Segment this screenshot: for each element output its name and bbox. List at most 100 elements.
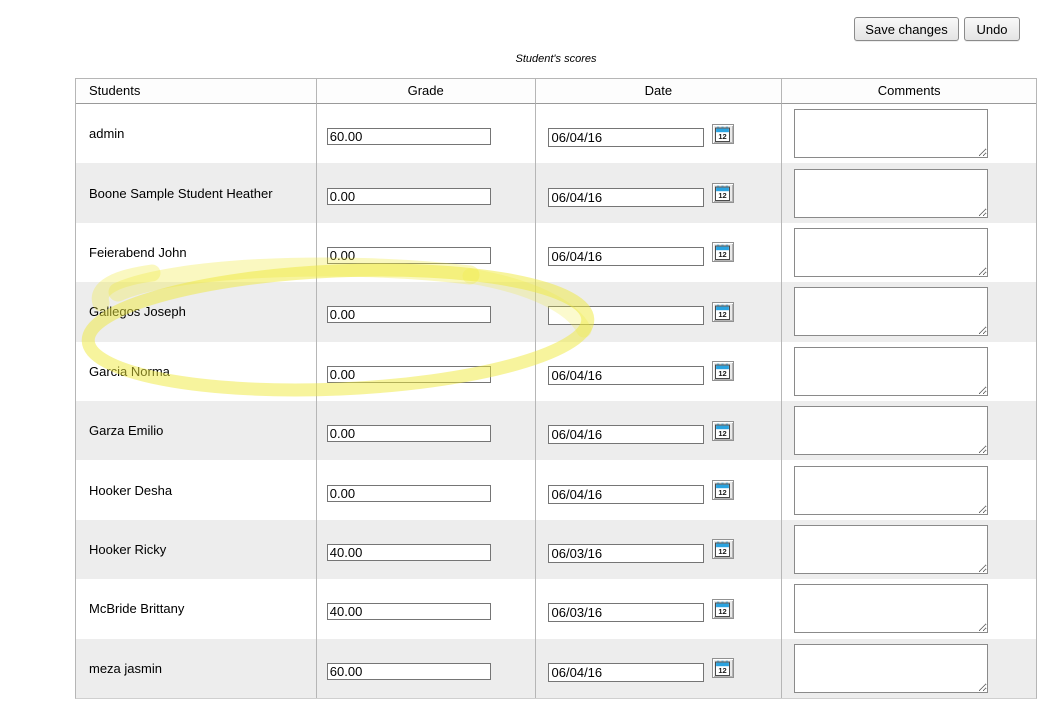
student-name: admin xyxy=(89,126,124,141)
calendar-picker-button[interactable]: 12 xyxy=(712,124,734,144)
calendar-icon: 12 xyxy=(715,244,730,260)
comment-textarea[interactable] xyxy=(794,169,988,218)
student-cell: Garcia Norma xyxy=(76,342,317,401)
calendar-icon: 12 xyxy=(715,363,730,379)
grade-cell xyxy=(317,520,536,579)
calendar-day-label: 12 xyxy=(718,666,726,675)
comment-textarea[interactable] xyxy=(794,466,988,515)
grade-cell xyxy=(317,639,536,698)
date-input[interactable] xyxy=(548,663,704,682)
table-row: Hooker Desha 12 xyxy=(76,460,1036,519)
date-input[interactable] xyxy=(548,188,704,207)
comment-cell xyxy=(782,342,1036,401)
student-name: Garza Emilio xyxy=(89,423,163,438)
date-input[interactable] xyxy=(548,603,704,622)
table-row: Feierabend John 12 xyxy=(76,223,1036,282)
grade-input[interactable] xyxy=(327,188,491,205)
table-row: McBride Brittany 12 xyxy=(76,579,1036,638)
date-cell: 12 xyxy=(536,282,783,341)
date-input[interactable] xyxy=(548,485,704,504)
grade-input[interactable] xyxy=(327,306,491,323)
calendar-day-label: 12 xyxy=(718,310,726,319)
date-input[interactable] xyxy=(548,306,704,325)
table-row: Hooker Ricky 12 xyxy=(76,520,1036,579)
student-name: McBride Brittany xyxy=(89,601,184,616)
calendar-picker-button[interactable]: 12 xyxy=(712,183,734,203)
table-row: Boone Sample Student Heather 12 xyxy=(76,163,1036,222)
scores-table: Students Grade Date Comments admin 12 xyxy=(75,78,1037,699)
calendar-picker-button[interactable]: 12 xyxy=(712,539,734,559)
student-name: Boone Sample Student Heather xyxy=(89,186,273,201)
date-cell: 12 xyxy=(536,639,783,698)
date-input[interactable] xyxy=(548,366,704,385)
comment-textarea[interactable] xyxy=(794,109,988,158)
grade-cell xyxy=(317,401,536,460)
date-cell: 12 xyxy=(536,460,783,519)
header-students: Students xyxy=(76,79,317,104)
calendar-picker-button[interactable]: 12 xyxy=(712,421,734,441)
grade-input[interactable] xyxy=(327,544,491,561)
grade-cell xyxy=(317,163,536,222)
grade-input[interactable] xyxy=(327,425,491,442)
calendar-picker-button[interactable]: 12 xyxy=(712,242,734,262)
grade-cell xyxy=(317,579,536,638)
student-name: Gallegos Joseph xyxy=(89,304,186,319)
calendar-day-label: 12 xyxy=(718,132,726,141)
comment-cell xyxy=(782,282,1036,341)
date-cell: 12 xyxy=(536,520,783,579)
calendar-picker-button[interactable]: 12 xyxy=(712,302,734,322)
student-name: Hooker Desha xyxy=(89,483,172,498)
date-cell: 12 xyxy=(536,104,783,163)
comment-textarea[interactable] xyxy=(794,347,988,396)
comment-cell xyxy=(782,163,1036,222)
date-input[interactable] xyxy=(548,544,704,563)
student-cell: Garza Emilio xyxy=(76,401,317,460)
student-name: meza jasmin xyxy=(89,661,162,676)
table-body: admin 12 Boone Sample Student Hea xyxy=(76,104,1036,698)
date-cell: 12 xyxy=(536,579,783,638)
comment-textarea[interactable] xyxy=(794,287,988,336)
comment-textarea[interactable] xyxy=(794,584,988,633)
calendar-icon: 12 xyxy=(715,185,730,201)
grade-input[interactable] xyxy=(327,128,491,145)
calendar-icon: 12 xyxy=(715,660,730,676)
grade-cell xyxy=(317,342,536,401)
grade-input[interactable] xyxy=(327,603,491,620)
grade-input[interactable] xyxy=(327,247,491,264)
student-cell: Gallegos Joseph xyxy=(76,282,317,341)
comment-cell xyxy=(782,460,1036,519)
table-caption: Student's scores xyxy=(75,53,1037,65)
comment-textarea[interactable] xyxy=(794,644,988,693)
date-input[interactable] xyxy=(548,128,704,147)
grade-cell xyxy=(317,282,536,341)
comment-textarea[interactable] xyxy=(794,406,988,455)
undo-button[interactable]: Undo xyxy=(964,17,1020,41)
comment-textarea[interactable] xyxy=(794,228,988,277)
calendar-day-label: 12 xyxy=(718,369,726,378)
date-input[interactable] xyxy=(548,425,704,444)
table-row: Garza Emilio 12 xyxy=(76,401,1036,460)
calendar-picker-button[interactable]: 12 xyxy=(712,480,734,500)
save-changes-button[interactable]: Save changes xyxy=(854,17,959,41)
calendar-icon: 12 xyxy=(715,482,730,498)
calendar-icon: 12 xyxy=(715,541,730,557)
calendar-picker-button[interactable]: 12 xyxy=(712,599,734,619)
header-comments: Comments xyxy=(782,79,1036,104)
calendar-day-label: 12 xyxy=(718,488,726,497)
date-cell: 12 xyxy=(536,401,783,460)
student-cell: McBride Brittany xyxy=(76,579,317,638)
grade-input[interactable] xyxy=(327,485,491,502)
calendar-day-label: 12 xyxy=(718,429,726,438)
date-input[interactable] xyxy=(548,247,704,266)
comment-textarea[interactable] xyxy=(794,525,988,574)
calendar-picker-button[interactable]: 12 xyxy=(712,361,734,381)
student-cell: admin xyxy=(76,104,317,163)
grade-input[interactable] xyxy=(327,663,491,680)
comment-cell xyxy=(782,104,1036,163)
calendar-picker-button[interactable]: 12 xyxy=(712,658,734,678)
student-cell: Hooker Ricky xyxy=(76,520,317,579)
student-cell: Hooker Desha xyxy=(76,460,317,519)
calendar-icon: 12 xyxy=(715,126,730,142)
grade-cell xyxy=(317,104,536,163)
grade-input[interactable] xyxy=(327,366,491,383)
